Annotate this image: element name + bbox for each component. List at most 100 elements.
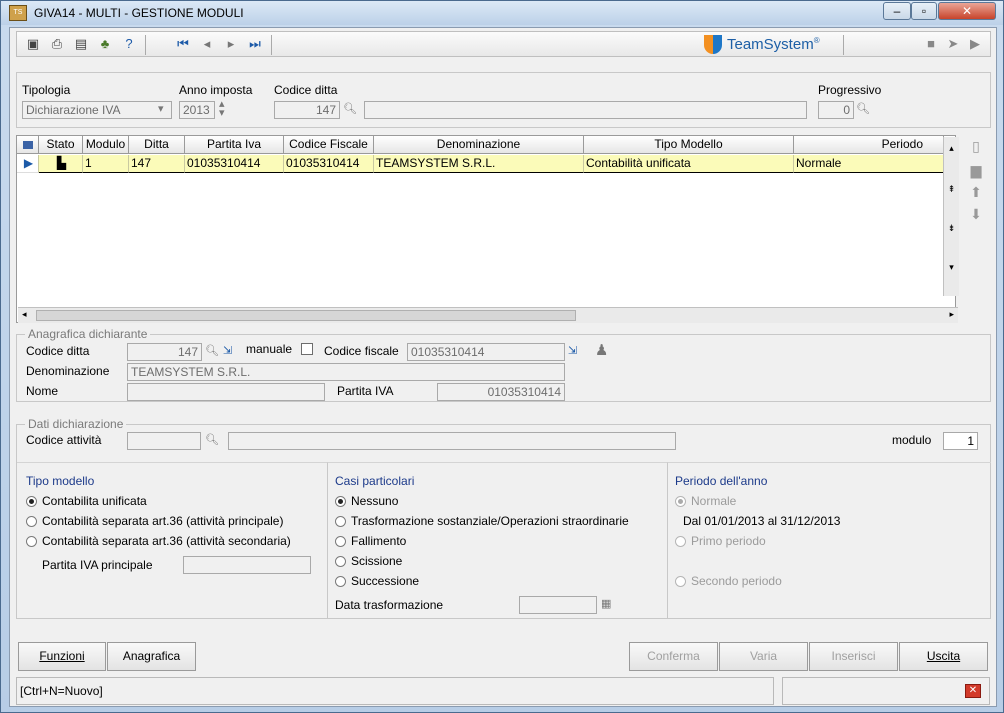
app-icon: TS bbox=[9, 5, 27, 21]
table-cell[interactable]: 147 bbox=[129, 155, 185, 173]
open-link-icon[interactable]: ⇲ bbox=[223, 344, 232, 357]
move-up-icon[interactable]: ⬆ bbox=[968, 184, 984, 200]
radio-nessuno[interactable] bbox=[335, 496, 346, 507]
funzioni-button[interactable]: Funzioni bbox=[18, 642, 106, 671]
radio-label: Nessuno bbox=[351, 494, 399, 508]
new-row-icon[interactable]: ▯ bbox=[968, 138, 984, 154]
table-cell[interactable]: TEAMSYSTEM S.R.L. bbox=[374, 155, 584, 173]
radio-scissione[interactable] bbox=[335, 556, 346, 567]
delete-row-icon[interactable]: ▆ bbox=[968, 162, 984, 178]
first-record-icon[interactable]: ⏮ bbox=[175, 36, 191, 52]
search-icon[interactable]: 🔍︎ bbox=[205, 344, 219, 357]
scroll-page-up-icon[interactable]: ⇞ bbox=[944, 184, 959, 195]
table-cell[interactable]: 1 bbox=[83, 155, 129, 173]
screenshot-icon[interactable]: ▣ bbox=[25, 36, 41, 52]
partita-iva-principale-field[interactable] bbox=[183, 556, 311, 574]
grid-horizontal-scrollbar[interactable]: ◂ ▸ bbox=[18, 307, 958, 323]
calendar-icon[interactable]: ▦ bbox=[601, 597, 611, 610]
partita-iva-principale-label: Partita IVA principale bbox=[42, 558, 153, 572]
person-icon[interactable]: ♟ bbox=[595, 341, 608, 359]
manuale-checkbox[interactable] bbox=[301, 343, 313, 355]
print-icon[interactable]: ⎙ bbox=[49, 36, 65, 52]
table-cell[interactable]: 01035310414 bbox=[284, 155, 374, 173]
uscita-button[interactable]: Uscita bbox=[899, 642, 988, 671]
varia-button[interactable]: Varia bbox=[719, 642, 808, 671]
conferma-button[interactable]: Conferma bbox=[629, 642, 718, 671]
radio-secondo-periodo[interactable] bbox=[675, 576, 686, 587]
spin-arrows-icon[interactable]: ▴ ▾ bbox=[219, 99, 225, 119]
last-record-icon[interactable]: ⏭ bbox=[247, 36, 263, 52]
denominazione-field[interactable]: TEAMSYSTEM S.R.L. bbox=[127, 363, 565, 381]
radio-fallimento[interactable] bbox=[335, 536, 346, 547]
radio-normale[interactable] bbox=[675, 496, 686, 507]
document-icon[interactable]: ■ bbox=[923, 36, 939, 52]
radio-separata-secondaria[interactable] bbox=[26, 536, 37, 547]
exit-icon[interactable]: ▶ bbox=[967, 36, 983, 52]
radio-contabilita-unificata[interactable] bbox=[26, 496, 37, 507]
radio-separata-principale[interactable] bbox=[26, 516, 37, 527]
codice-attivita-description bbox=[228, 432, 676, 450]
tipologia-select[interactable]: Dichiarazione IVA bbox=[22, 101, 172, 119]
column-header[interactable]: Denominazione bbox=[374, 136, 584, 154]
previous-record-icon[interactable]: ◂ bbox=[199, 36, 215, 52]
column-header[interactable]: Codice Fiscale bbox=[284, 136, 374, 154]
partita-iva-field[interactable]: 01035310414 bbox=[437, 383, 565, 401]
radio-label: Normale bbox=[691, 494, 737, 508]
radio-label: Fallimento bbox=[351, 534, 407, 548]
inserisci-button[interactable]: Inserisci bbox=[809, 642, 898, 671]
status-icon: ▙ bbox=[39, 155, 83, 173]
search-icon[interactable]: 🔍︎ bbox=[856, 102, 870, 115]
minimize-button[interactable]: – bbox=[883, 2, 911, 20]
next-record-icon[interactable]: ▸ bbox=[223, 36, 239, 52]
radio-primo-periodo[interactable] bbox=[675, 536, 686, 547]
dropdown-arrow-icon[interactable]: ▾ bbox=[158, 102, 164, 115]
column-header[interactable]: Tipo Modello bbox=[584, 136, 794, 154]
search-icon[interactable]: 🔍︎ bbox=[205, 433, 219, 446]
anno-imposta-field[interactable]: 2013 bbox=[179, 101, 215, 119]
move-down-icon[interactable]: ⬇ bbox=[968, 206, 984, 222]
column-header[interactable]: Ditta bbox=[129, 136, 185, 154]
user-icon[interactable]: ♣ bbox=[97, 36, 113, 52]
scroll-down-icon[interactable]: ▾ bbox=[944, 262, 959, 273]
scroll-page-down-icon[interactable]: ⇟ bbox=[944, 223, 959, 234]
progressivo-label: Progressivo bbox=[818, 83, 882, 97]
help-icon[interactable]: ? bbox=[121, 36, 137, 52]
radio-successione[interactable] bbox=[335, 576, 346, 587]
open-link-icon[interactable]: ⇲ bbox=[568, 344, 577, 357]
error-icon[interactable]: ✕ bbox=[965, 684, 981, 698]
main-window: TS GIVA14 - MULTI - GESTIONE MODULI – ▫ … bbox=[0, 0, 1004, 713]
codice-attivita-field[interactable] bbox=[127, 432, 201, 450]
radio-label: Primo periodo bbox=[691, 534, 766, 548]
grid-vertical-scrollbar[interactable]: ▴ ⇞ ⇟ ▾ bbox=[943, 137, 959, 296]
forward-icon[interactable]: ➤ bbox=[945, 36, 961, 52]
column-header[interactable]: Stato bbox=[39, 136, 83, 154]
scroll-up-icon[interactable]: ▴ bbox=[944, 143, 959, 154]
search-icon[interactable]: 🔍︎ bbox=[343, 102, 357, 115]
table-cell[interactable]: Contabilità unificata bbox=[584, 155, 794, 173]
data-trasformazione-field[interactable] bbox=[519, 596, 597, 614]
column-header[interactable]: Modulo bbox=[83, 136, 129, 154]
codice-fiscale-field[interactable]: 01035310414 bbox=[407, 343, 565, 361]
column-header[interactable]: Periodo bbox=[794, 136, 944, 154]
select-all-header[interactable] bbox=[17, 136, 39, 154]
close-button[interactable]: ✕ bbox=[938, 2, 996, 20]
scroll-left-icon[interactable]: ◂ bbox=[22, 309, 27, 320]
progressivo-field[interactable]: 0 bbox=[818, 101, 854, 119]
radio-label: Secondo periodo bbox=[691, 574, 782, 588]
manuale-label: manuale bbox=[246, 342, 293, 356]
row-indicator-icon[interactable]: ▶ bbox=[17, 155, 39, 173]
radio-trasformazione[interactable] bbox=[335, 516, 346, 527]
column-header[interactable]: Partita Iva bbox=[185, 136, 284, 154]
table-cell[interactable]: Normale bbox=[794, 155, 944, 173]
scroll-thumb[interactable] bbox=[36, 310, 576, 321]
scroll-right-icon[interactable]: ▸ bbox=[949, 309, 954, 320]
toolbar-separator bbox=[843, 35, 844, 55]
anagrafica-button[interactable]: Anagrafica bbox=[107, 642, 196, 671]
folder-icon[interactable]: ▤ bbox=[73, 36, 89, 52]
maximize-button[interactable]: ▫ bbox=[911, 2, 937, 20]
table-cell[interactable]: 01035310414 bbox=[185, 155, 284, 173]
codice-ditta-field[interactable]: 147 bbox=[274, 101, 340, 119]
nome-field[interactable] bbox=[127, 383, 325, 401]
modulo-field[interactable]: 1 bbox=[943, 432, 978, 450]
codice-ditta-field[interactable]: 147 bbox=[127, 343, 202, 361]
